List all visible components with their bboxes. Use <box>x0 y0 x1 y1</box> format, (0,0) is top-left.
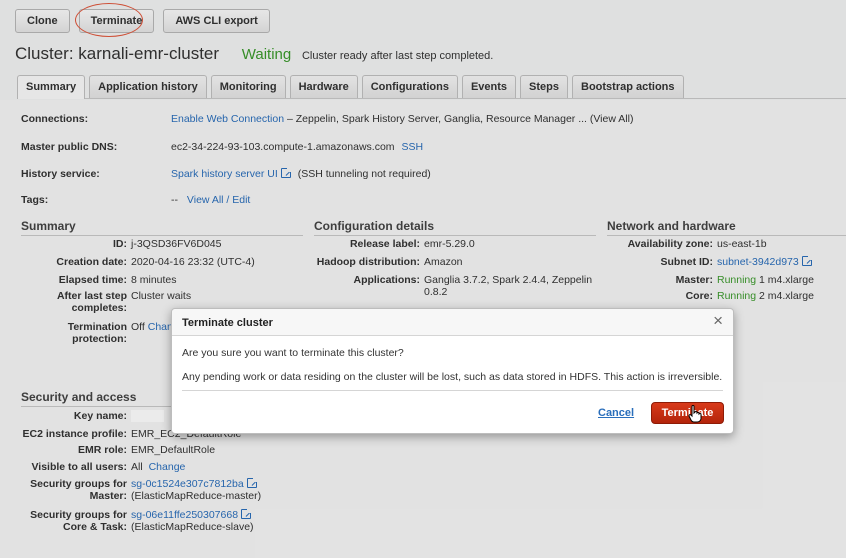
dialog-divider <box>182 390 723 391</box>
close-icon[interactable]: × <box>713 312 723 330</box>
emr-cluster-page: Clone Terminate AWS CLI export Cluster: … <box>0 0 846 558</box>
modal-overlay <box>0 0 846 558</box>
cancel-button[interactable]: Cancel <box>598 407 634 419</box>
dialog-header: Terminate cluster × <box>172 309 733 336</box>
dialog-title: Terminate cluster <box>182 317 273 329</box>
terminate-cluster-dialog: Terminate cluster × Are you sure you wan… <box>171 308 734 434</box>
dialog-question: Are you sure you want to terminate this … <box>182 347 404 359</box>
hand-cursor-icon <box>688 405 702 423</box>
dialog-warning: Any pending work or data residing on the… <box>182 371 723 383</box>
